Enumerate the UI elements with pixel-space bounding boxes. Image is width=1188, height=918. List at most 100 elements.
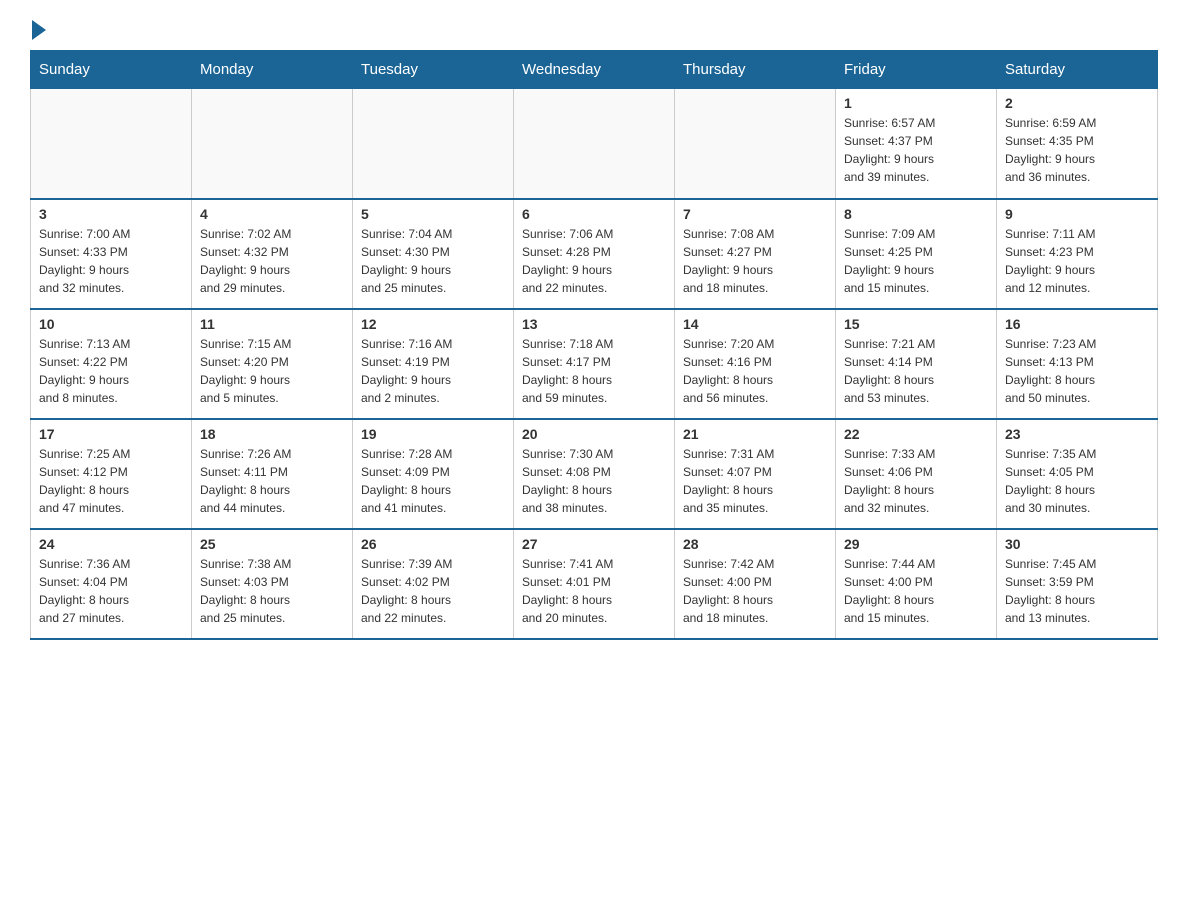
day-number: 29 bbox=[844, 536, 988, 552]
week-row-2: 3 Sunrise: 7:00 AM Sunset: 4:33 PM Daylig… bbox=[31, 199, 1158, 309]
calendar-cell: 10 Sunrise: 7:13 AM Sunset: 4:22 PM Dayli… bbox=[31, 309, 192, 419]
day-number: 22 bbox=[844, 426, 988, 442]
day-number: 20 bbox=[522, 426, 666, 442]
day-number: 28 bbox=[683, 536, 827, 552]
header-sunday: Sunday bbox=[31, 51, 192, 89]
week-row-3: 10 Sunrise: 7:13 AM Sunset: 4:22 PM Dayli… bbox=[31, 309, 1158, 419]
calendar-header: SundayMondayTuesdayWednesdayThursdayFrid… bbox=[31, 51, 1158, 89]
day-number: 1 bbox=[844, 95, 988, 111]
day-number: 6 bbox=[522, 206, 666, 222]
day-info: Sunrise: 7:02 AM Sunset: 4:32 PM Dayligh… bbox=[200, 225, 344, 297]
calendar-cell bbox=[514, 89, 675, 199]
day-info: Sunrise: 7:36 AM Sunset: 4:04 PM Dayligh… bbox=[39, 555, 183, 627]
day-info: Sunrise: 7:04 AM Sunset: 4:30 PM Dayligh… bbox=[361, 225, 505, 297]
calendar-cell: 29 Sunrise: 7:44 AM Sunset: 4:00 PM Dayli… bbox=[836, 529, 997, 639]
calendar-cell: 17 Sunrise: 7:25 AM Sunset: 4:12 PM Dayli… bbox=[31, 419, 192, 529]
day-info: Sunrise: 7:00 AM Sunset: 4:33 PM Dayligh… bbox=[39, 225, 183, 297]
calendar-cell: 26 Sunrise: 7:39 AM Sunset: 4:02 PM Dayli… bbox=[353, 529, 514, 639]
day-info: Sunrise: 7:41 AM Sunset: 4:01 PM Dayligh… bbox=[522, 555, 666, 627]
calendar-cell: 21Sunrise: 7:31 AM Sunset: 4:07 PM Dayli… bbox=[675, 419, 836, 529]
logo-arrow-icon bbox=[32, 20, 46, 40]
calendar-cell bbox=[192, 89, 353, 199]
day-info: Sunrise: 7:45 AM Sunset: 3:59 PM Dayligh… bbox=[1005, 555, 1149, 627]
calendar-cell: 3 Sunrise: 7:00 AM Sunset: 4:33 PM Daylig… bbox=[31, 199, 192, 309]
day-number: 19 bbox=[361, 426, 505, 442]
day-number: 16 bbox=[1005, 316, 1149, 332]
day-info: Sunrise: 6:59 AM Sunset: 4:35 PM Dayligh… bbox=[1005, 114, 1149, 186]
day-info: Sunrise: 7:09 AM Sunset: 4:25 PM Dayligh… bbox=[844, 225, 988, 297]
calendar-cell: 19 Sunrise: 7:28 AM Sunset: 4:09 PM Dayli… bbox=[353, 419, 514, 529]
day-number: 30 bbox=[1005, 536, 1149, 552]
day-info: Sunrise: 7:16 AM Sunset: 4:19 PM Dayligh… bbox=[361, 335, 505, 407]
day-info: Sunrise: 7:20 AM Sunset: 4:16 PM Dayligh… bbox=[683, 335, 827, 407]
day-number: 18 bbox=[200, 426, 344, 442]
header-tuesday: Tuesday bbox=[353, 51, 514, 89]
day-info: Sunrise: 7:18 AM Sunset: 4:17 PM Dayligh… bbox=[522, 335, 666, 407]
calendar-cell: 30 Sunrise: 7:45 AM Sunset: 3:59 PM Dayli… bbox=[997, 529, 1158, 639]
calendar-cell: 7 Sunrise: 7:08 AM Sunset: 4:27 PM Daylig… bbox=[675, 199, 836, 309]
day-number: 5 bbox=[361, 206, 505, 222]
day-info: Sunrise: 7:28 AM Sunset: 4:09 PM Dayligh… bbox=[361, 445, 505, 517]
week-row-1: 1Sunrise: 6:57 AM Sunset: 4:37 PM Daylig… bbox=[31, 89, 1158, 199]
day-info: Sunrise: 7:31 AM Sunset: 4:07 PM Dayligh… bbox=[683, 445, 827, 517]
day-number: 10 bbox=[39, 316, 183, 332]
header-row: SundayMondayTuesdayWednesdayThursdayFrid… bbox=[31, 51, 1158, 89]
calendar-cell: 6 Sunrise: 7:06 AM Sunset: 4:28 PM Daylig… bbox=[514, 199, 675, 309]
day-number: 17 bbox=[39, 426, 183, 442]
day-info: Sunrise: 7:15 AM Sunset: 4:20 PM Dayligh… bbox=[200, 335, 344, 407]
day-info: Sunrise: 7:08 AM Sunset: 4:27 PM Dayligh… bbox=[683, 225, 827, 297]
header-friday: Friday bbox=[836, 51, 997, 89]
calendar-cell: 24 Sunrise: 7:36 AM Sunset: 4:04 PM Dayli… bbox=[31, 529, 192, 639]
day-number: 12 bbox=[361, 316, 505, 332]
day-number: 8 bbox=[844, 206, 988, 222]
day-info: Sunrise: 7:11 AM Sunset: 4:23 PM Dayligh… bbox=[1005, 225, 1149, 297]
day-number: 24 bbox=[39, 536, 183, 552]
day-number: 4 bbox=[200, 206, 344, 222]
day-info: Sunrise: 7:26 AM Sunset: 4:11 PM Dayligh… bbox=[200, 445, 344, 517]
calendar-cell: 9 Sunrise: 7:11 AM Sunset: 4:23 PM Daylig… bbox=[997, 199, 1158, 309]
day-info: Sunrise: 7:21 AM Sunset: 4:14 PM Dayligh… bbox=[844, 335, 988, 407]
calendar-cell: 27 Sunrise: 7:41 AM Sunset: 4:01 PM Dayli… bbox=[514, 529, 675, 639]
header-monday: Monday bbox=[192, 51, 353, 89]
day-info: Sunrise: 7:23 AM Sunset: 4:13 PM Dayligh… bbox=[1005, 335, 1149, 407]
calendar-cell: 20Sunrise: 7:30 AM Sunset: 4:08 PM Dayli… bbox=[514, 419, 675, 529]
calendar-cell bbox=[675, 89, 836, 199]
day-number: 3 bbox=[39, 206, 183, 222]
calendar-cell: 14Sunrise: 7:20 AM Sunset: 4:16 PM Dayli… bbox=[675, 309, 836, 419]
calendar-cell: 18 Sunrise: 7:26 AM Sunset: 4:11 PM Dayli… bbox=[192, 419, 353, 529]
day-info: Sunrise: 7:25 AM Sunset: 4:12 PM Dayligh… bbox=[39, 445, 183, 517]
calendar-body: 1Sunrise: 6:57 AM Sunset: 4:37 PM Daylig… bbox=[31, 89, 1158, 639]
calendar-cell: 22 Sunrise: 7:33 AM Sunset: 4:06 PM Dayli… bbox=[836, 419, 997, 529]
day-number: 2 bbox=[1005, 95, 1149, 111]
day-info: Sunrise: 7:33 AM Sunset: 4:06 PM Dayligh… bbox=[844, 445, 988, 517]
calendar-cell: 13Sunrise: 7:18 AM Sunset: 4:17 PM Dayli… bbox=[514, 309, 675, 419]
calendar-cell: 12 Sunrise: 7:16 AM Sunset: 4:19 PM Dayli… bbox=[353, 309, 514, 419]
calendar-cell: 1Sunrise: 6:57 AM Sunset: 4:37 PM Daylig… bbox=[836, 89, 997, 199]
day-number: 7 bbox=[683, 206, 827, 222]
day-info: Sunrise: 7:06 AM Sunset: 4:28 PM Dayligh… bbox=[522, 225, 666, 297]
day-number: 26 bbox=[361, 536, 505, 552]
calendar-cell: 25Sunrise: 7:38 AM Sunset: 4:03 PM Dayli… bbox=[192, 529, 353, 639]
header-thursday: Thursday bbox=[675, 51, 836, 89]
day-info: Sunrise: 7:38 AM Sunset: 4:03 PM Dayligh… bbox=[200, 555, 344, 627]
day-info: Sunrise: 7:35 AM Sunset: 4:05 PM Dayligh… bbox=[1005, 445, 1149, 517]
calendar-cell: 2 Sunrise: 6:59 AM Sunset: 4:35 PM Daylig… bbox=[997, 89, 1158, 199]
calendar-cell bbox=[353, 89, 514, 199]
calendar-cell: 16 Sunrise: 7:23 AM Sunset: 4:13 PM Dayli… bbox=[997, 309, 1158, 419]
day-number: 9 bbox=[1005, 206, 1149, 222]
day-number: 15 bbox=[844, 316, 988, 332]
day-info: Sunrise: 7:39 AM Sunset: 4:02 PM Dayligh… bbox=[361, 555, 505, 627]
logo bbox=[30, 20, 46, 40]
day-number: 27 bbox=[522, 536, 666, 552]
calendar-table: SundayMondayTuesdayWednesdayThursdayFrid… bbox=[30, 50, 1158, 640]
week-row-4: 17 Sunrise: 7:25 AM Sunset: 4:12 PM Dayli… bbox=[31, 419, 1158, 529]
page-header bbox=[30, 20, 1158, 40]
day-info: Sunrise: 7:13 AM Sunset: 4:22 PM Dayligh… bbox=[39, 335, 183, 407]
header-wednesday: Wednesday bbox=[514, 51, 675, 89]
day-number: 23 bbox=[1005, 426, 1149, 442]
calendar-cell: 23 Sunrise: 7:35 AM Sunset: 4:05 PM Dayli… bbox=[997, 419, 1158, 529]
day-info: Sunrise: 7:44 AM Sunset: 4:00 PM Dayligh… bbox=[844, 555, 988, 627]
calendar-cell: 15 Sunrise: 7:21 AM Sunset: 4:14 PM Dayli… bbox=[836, 309, 997, 419]
day-number: 11 bbox=[200, 316, 344, 332]
calendar-cell: 4 Sunrise: 7:02 AM Sunset: 4:32 PM Daylig… bbox=[192, 199, 353, 309]
